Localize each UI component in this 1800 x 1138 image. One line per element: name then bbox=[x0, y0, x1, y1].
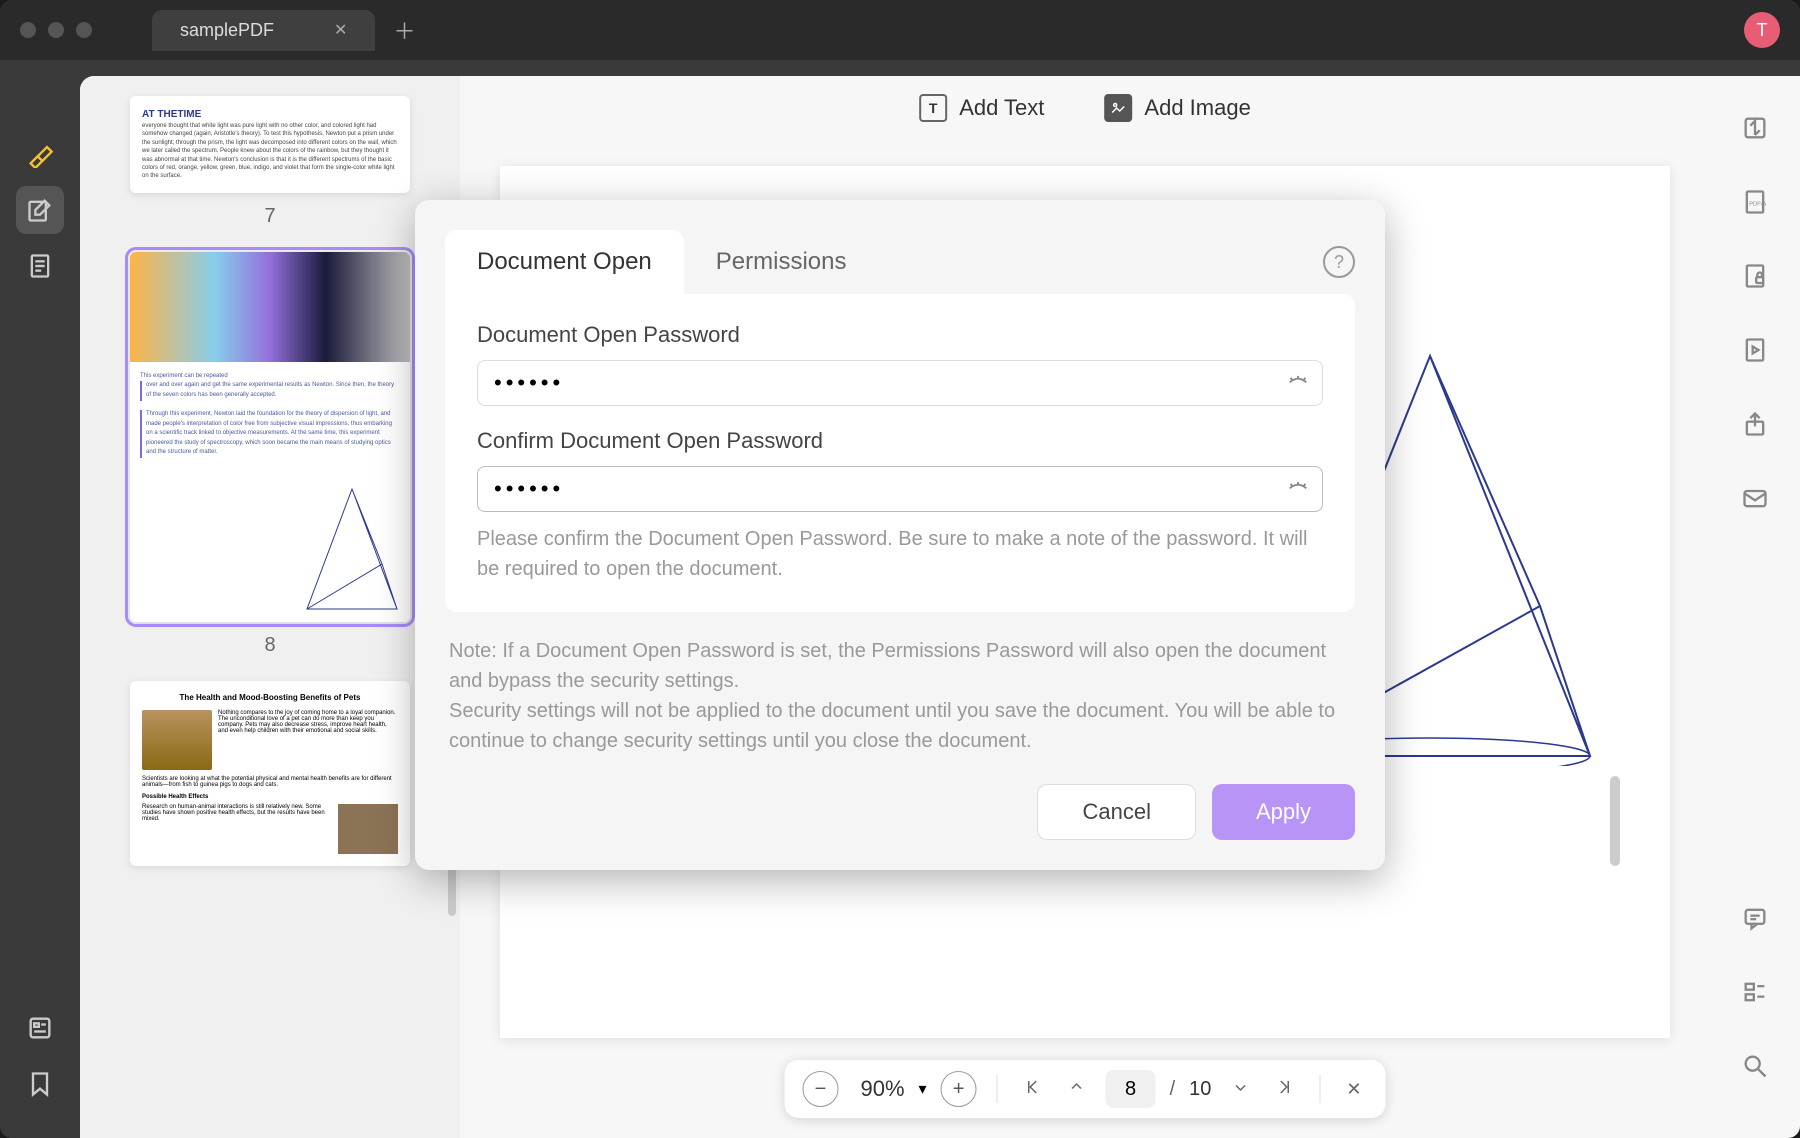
password-label: Document Open Password bbox=[477, 322, 1323, 348]
tab-permissions[interactable]: Permissions bbox=[684, 230, 879, 294]
modal-note: Note: If a Document Open Password is set… bbox=[445, 636, 1355, 756]
security-modal: Document Open Permissions ? Document Ope… bbox=[415, 200, 1385, 870]
password-input[interactable] bbox=[477, 360, 1323, 406]
reveal-password-icon[interactable] bbox=[1287, 370, 1309, 397]
password-hint: Please confirm the Document Open Passwor… bbox=[477, 524, 1323, 584]
tab-document-open[interactable]: Document Open bbox=[445, 230, 684, 294]
cancel-button[interactable]: Cancel bbox=[1037, 784, 1195, 840]
confirm-password-input[interactable] bbox=[477, 466, 1323, 512]
help-button[interactable]: ? bbox=[1323, 246, 1355, 278]
confirm-password-label: Confirm Document Open Password bbox=[477, 428, 1323, 454]
reveal-confirm-icon[interactable] bbox=[1287, 476, 1309, 503]
apply-button[interactable]: Apply bbox=[1212, 784, 1355, 840]
